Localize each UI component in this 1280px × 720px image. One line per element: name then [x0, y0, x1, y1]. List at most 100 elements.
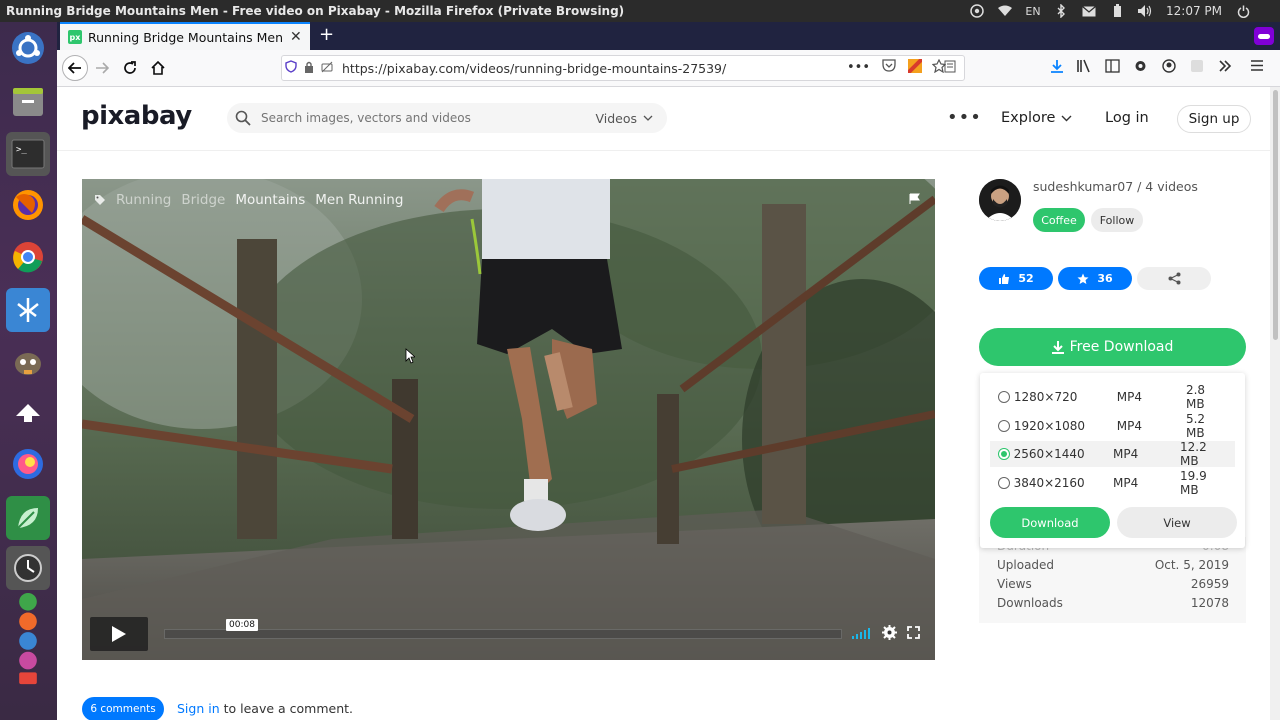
extension-gear-icon[interactable] [1133, 59, 1148, 77]
tab-title: Running Bridge Mountains Men - Free vide… [88, 29, 286, 45]
play-button[interactable] [90, 617, 148, 651]
volume-icon[interactable] [1138, 4, 1152, 18]
tab-active[interactable]: px Running Bridge Mountains Men - Free v… [60, 22, 310, 50]
terminal-icon[interactable]: >_ [6, 132, 50, 176]
download-arrow-icon[interactable] [1050, 59, 1064, 77]
option-size: 12.2 MB [1180, 440, 1207, 468]
search-bar: Videos [227, 103, 667, 133]
option-resolution: 1920×1080 [1013, 419, 1086, 433]
pocket-icon[interactable] [882, 59, 896, 76]
sidebar-toggle-icon[interactable] [1105, 59, 1120, 77]
keyboard-layout[interactable]: EN [1025, 4, 1040, 18]
tag-link[interactable]: Men Running [315, 192, 403, 208]
fullscreen-icon[interactable] [907, 626, 920, 639]
leaf-app-icon[interactable] [6, 496, 50, 540]
extension-grey-icon[interactable] [1190, 59, 1204, 77]
browser-alt-icon[interactable] [6, 442, 50, 486]
coffee-button[interactable]: Coffee [1033, 208, 1085, 232]
author-line[interactable]: sudeshkumar07 / 4 videos [1033, 179, 1198, 194]
power-icon[interactable] [1236, 4, 1250, 18]
option-resolution: 2560×1440 [1013, 447, 1085, 461]
favorite-button[interactable]: 36 [1058, 267, 1132, 290]
chevron-down-icon [643, 115, 653, 121]
report-flag-icon[interactable] [909, 193, 921, 205]
like-button[interactable]: 52 [979, 267, 1053, 290]
account-icon[interactable] [1162, 59, 1176, 77]
download-option[interactable]: 3840×2160 MP4 19.9 MB [990, 469, 1235, 497]
reload-icon[interactable] [116, 54, 144, 82]
option-resolution: 1280×720 [1013, 390, 1078, 404]
ubuntu-dash-icon[interactable] [6, 26, 50, 70]
chrome-icon[interactable] [6, 235, 50, 279]
progress-bar[interactable]: 00:08 [164, 619, 842, 639]
share-button[interactable] [1137, 267, 1211, 290]
radio-button[interactable] [998, 477, 1010, 489]
video-player[interactable]: Running Bridge Mountains Men Running 00:… [82, 179, 935, 660]
hamburger-menu-icon[interactable] [1250, 59, 1264, 76]
library-icon[interactable] [1077, 59, 1092, 77]
signin-link[interactable]: Sign in [177, 701, 220, 716]
battery-icon[interactable] [1110, 4, 1124, 18]
thumbs-up-icon [999, 273, 1010, 284]
tab-close-icon[interactable]: ✕ [290, 29, 302, 45]
signup-button[interactable]: Sign up [1177, 105, 1251, 133]
upload-icon[interactable] [6, 390, 50, 434]
bluetooth-icon[interactable] [1054, 4, 1068, 18]
home-icon[interactable] [144, 54, 172, 82]
comments-count-badge[interactable]: 6 comments [82, 697, 164, 720]
search-icon[interactable] [235, 110, 251, 126]
radio-button[interactable] [998, 420, 1010, 432]
radio-button[interactable] [998, 391, 1010, 403]
forward-arrow-icon[interactable] [88, 54, 116, 82]
tag-link[interactable]: Mountains [235, 192, 305, 208]
app-stack-icon[interactable] [6, 590, 50, 688]
view-button[interactable]: View [1117, 507, 1237, 538]
download-option[interactable]: 1920×1080 MP4 5.2 MB [990, 412, 1235, 440]
gimp-icon[interactable] [6, 340, 50, 384]
tag-link[interactable]: Running [116, 192, 171, 208]
search-input[interactable] [261, 111, 581, 125]
lock-icon[interactable] [300, 61, 318, 76]
free-download-button[interactable]: Free Download [979, 328, 1246, 366]
info-label: Views [997, 577, 1032, 591]
more-menu-icon[interactable]: ••• [947, 107, 982, 128]
overflow-chevron-icon[interactable] [1218, 59, 1232, 77]
firefox-icon[interactable] [6, 183, 50, 227]
download-button[interactable]: Download [990, 507, 1110, 538]
follow-button[interactable]: Follow [1091, 208, 1143, 232]
system-tray: EN 12:07 PM [970, 4, 1280, 18]
pixabay-logo[interactable]: pixabay [81, 101, 192, 131]
pixabay-favicon-icon: px [68, 30, 82, 44]
volume-bars-icon[interactable] [852, 627, 872, 639]
download-option[interactable]: 1280×720 MP4 2.8 MB [990, 383, 1235, 411]
wifi-icon[interactable] [998, 4, 1012, 18]
bookmark-star-icon[interactable] [931, 58, 947, 77]
tag-link[interactable]: Bridge [181, 192, 225, 208]
info-label: Uploaded [997, 558, 1055, 572]
shield-icon[interactable] [282, 60, 300, 76]
scrollbar-thumb[interactable] [1273, 90, 1278, 340]
radio-button-checked[interactable] [998, 448, 1010, 460]
avatar[interactable] [979, 179, 1021, 221]
download-option-selected[interactable]: 2560×1440 MP4 12.2 MB [990, 440, 1235, 468]
explore-menu[interactable]: Explore [1001, 110, 1072, 126]
page-scrollbar[interactable] [1270, 87, 1280, 720]
timeshift-icon[interactable] [6, 546, 50, 590]
chrome-tray-icon[interactable] [970, 4, 984, 18]
clock[interactable]: 12:07 PM [1166, 4, 1222, 18]
files-icon[interactable] [6, 80, 50, 124]
permissions-icon[interactable] [318, 61, 336, 76]
option-format: MP4 [1116, 419, 1142, 433]
player-right-controls [852, 625, 920, 640]
extension-color-icon[interactable] [906, 57, 924, 77]
back-arrow-icon[interactable] [62, 55, 88, 81]
mail-icon[interactable] [1082, 4, 1096, 18]
more-actions-icon[interactable]: ••• [847, 60, 870, 75]
free-download-label: Free Download [1069, 339, 1174, 355]
software-icon[interactable] [6, 288, 50, 332]
new-tab-plus-icon[interactable]: + [319, 25, 334, 45]
media-type-dropdown[interactable]: Videos [595, 111, 667, 126]
option-size: 19.9 MB [1180, 469, 1207, 497]
login-link[interactable]: Log in [1105, 110, 1149, 126]
settings-gear-icon[interactable] [882, 625, 897, 640]
